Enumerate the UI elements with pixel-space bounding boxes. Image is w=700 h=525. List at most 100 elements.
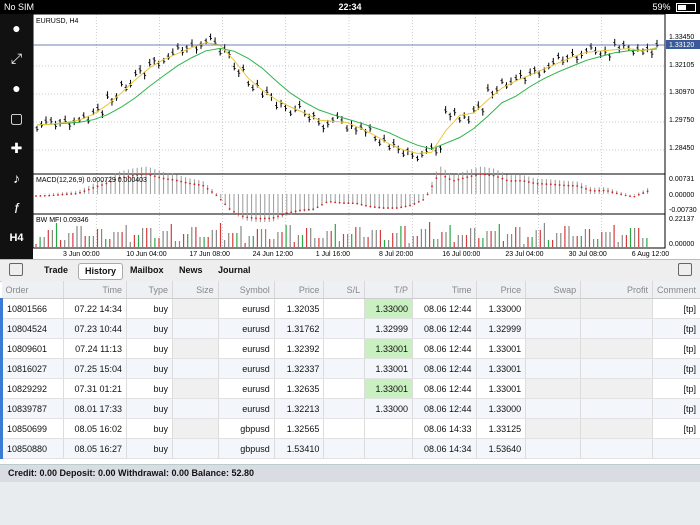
stop-loss-cell — [323, 318, 366, 339]
macd-signal-point — [527, 181, 530, 183]
macd-signal-point — [593, 189, 596, 192]
close-time-cell: 08.06 14:33 — [412, 418, 477, 439]
status-bar: No SIM 22:34 59% — [0, 0, 700, 14]
table-row[interactable]: 10816027 07.25 15:04 buy eurusd 1.32337 1.330… — [0, 358, 700, 379]
close-price-cell: 1.33001 — [476, 358, 527, 379]
col-close-price[interactable]: Price — [476, 281, 527, 299]
macd-signal-point — [457, 178, 460, 181]
symbol-cell: gbpusd — [218, 418, 275, 439]
take-profit-cell: 1.33001 — [364, 378, 414, 399]
macd-signal-point — [65, 193, 68, 196]
comment-cell: [tp] — [652, 298, 700, 319]
close-price-cell: 1.33125 — [476, 418, 527, 439]
table-row[interactable]: 10829292 07.31 01:21 buy eurusd 1.32635 1.330… — [0, 378, 700, 399]
tab-mailbox[interactable]: Mailbox — [124, 263, 170, 278]
col-comment[interactable]: Comment — [652, 281, 700, 299]
new-order-icon[interactable]: ▢ — [0, 104, 33, 132]
y-tick-label: 0.00731 — [669, 176, 694, 183]
chat-icon[interactable]: ● — [0, 74, 33, 102]
close-time-cell: 08.06 12:44 — [412, 378, 477, 399]
y-tick-label: 0.00000 — [669, 192, 694, 199]
macd-signal-point — [431, 185, 433, 188]
table-row[interactable]: 10839787 08.01 17:33 buy eurusd 1.32213 1.330… — [0, 398, 700, 419]
macd-signal-point — [167, 178, 169, 181]
col-swap[interactable]: Swap — [525, 281, 582, 299]
macd-signal-point — [228, 208, 231, 210]
macd-signal-point — [497, 176, 499, 178]
size-cell — [172, 418, 219, 439]
x-tick-label: 30 Jul 08:00 — [569, 251, 607, 258]
col-price[interactable]: Price — [274, 281, 325, 299]
macd-signal-point — [400, 206, 403, 209]
history-table: Order Time Type Size Symbol Price S/L T/… — [0, 281, 700, 459]
crosshair-icon[interactable]: ✚ — [0, 134, 33, 162]
macd-signal-point — [224, 203, 227, 206]
take-profit-cell: 1.33001 — [364, 338, 414, 359]
trade-type-cell: buy — [126, 338, 173, 359]
stop-loss-cell — [323, 378, 366, 399]
macd-signal-point — [404, 205, 407, 208]
col-symbol[interactable]: Symbol — [218, 281, 275, 299]
table-row[interactable]: 10804524 07.23 10:44 buy eurusd 1.31762 1.329… — [0, 318, 700, 339]
trade-type-cell: buy — [126, 378, 173, 399]
macd-signal-point — [589, 189, 592, 192]
col-order[interactable]: Order — [1, 281, 64, 299]
resize-icon[interactable] — [678, 263, 692, 276]
y-tick-label: 1.29750 — [669, 117, 694, 124]
take-profit-cell — [364, 418, 414, 439]
macd-signal-point — [620, 193, 623, 196]
battery-percent: 59% — [652, 2, 671, 12]
table-row[interactable]: 10801566 07.22 14:34 buy eurusd 1.32035 1.330… — [0, 298, 700, 319]
macd-signal-point — [180, 180, 183, 183]
tab-history[interactable]: History — [78, 263, 124, 280]
close-time-cell: 08.06 12:44 — [412, 398, 477, 419]
col-size[interactable]: Size — [172, 281, 219, 299]
macd-signal-point — [52, 194, 55, 197]
macd-signal-point — [92, 187, 95, 189]
macd-signal-point — [175, 179, 178, 182]
macd-signal-point — [61, 193, 64, 196]
tab-news[interactable]: News — [173, 263, 209, 278]
expand-arrows-icon[interactable]: ⤢ — [0, 44, 33, 72]
take-profit-cell — [364, 438, 414, 459]
col-profit[interactable]: Profit — [580, 281, 653, 299]
user-icon[interactable]: ● — [0, 14, 33, 42]
comment-cell: [tp] — [652, 338, 700, 359]
profit-cell — [580, 378, 653, 399]
macd-signal-point — [417, 201, 420, 203]
col-tp[interactable]: T/P — [364, 281, 414, 299]
trade-type-cell: buy — [126, 358, 173, 379]
close-time-cell: 08.06 12:44 — [412, 358, 477, 379]
col-sl[interactable]: S/L — [323, 281, 366, 299]
take-profit-cell: 1.33000 — [364, 298, 414, 319]
function-icon[interactable]: f — [0, 194, 33, 222]
terminal-tabbar: Trade History Mailbox News Journal — [0, 259, 700, 282]
price-chart[interactable]: EURUSD, H4 MACD(12,26,9) 0.000729 0.0004… — [32, 13, 700, 259]
table-row[interactable]: 10809601 07.24 11:13 buy eurusd 1.32392 1.330… — [0, 338, 700, 359]
timeframe-button[interactable]: H4 — [0, 224, 33, 252]
table-row[interactable]: 10850699 08.05 16:02 buy gbpusd 1.32565 08.06… — [0, 418, 700, 439]
stop-loss-cell — [323, 298, 366, 319]
col-close-time[interactable]: Time — [412, 281, 477, 299]
open-time-cell: 07.23 10:44 — [63, 318, 128, 339]
order-id-cell: 10816027 — [0, 358, 64, 379]
col-type[interactable]: Type — [126, 281, 173, 299]
order-id-cell: 10804524 — [0, 318, 64, 339]
y-tick-label: 0.22137 — [669, 216, 694, 223]
tab-trade[interactable]: Trade — [38, 263, 74, 278]
tab-journal[interactable]: Journal — [212, 263, 257, 278]
macd-signal-point — [637, 193, 640, 196]
macd-signal-point — [501, 177, 504, 180]
close-time-cell: 08.06 12:44 — [412, 298, 477, 319]
indicator-icon[interactable]: ♪ — [0, 164, 33, 192]
macd-signal-point — [303, 209, 306, 211]
terminal-icon[interactable] — [9, 263, 23, 276]
macd-signal-point — [48, 194, 51, 197]
open-time-cell: 07.24 11:13 — [63, 338, 128, 359]
table-row[interactable]: 10850880 08.05 16:27 buy gbpusd 1.53410 08.06… — [0, 438, 700, 459]
macd-signal-point — [136, 174, 139, 176]
col-time[interactable]: Time — [63, 281, 128, 299]
macd-signal-point — [378, 206, 381, 209]
macd-signal-point — [268, 217, 271, 220]
profit-cell — [580, 358, 653, 379]
